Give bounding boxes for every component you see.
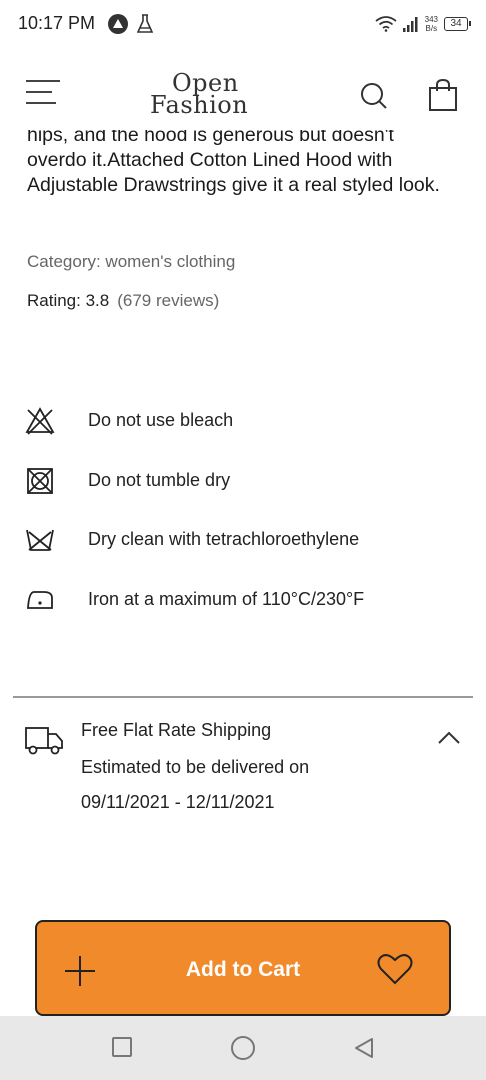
app-header: Open Fashion: [0, 60, 486, 135]
care-item: Iron at a maximum of 110°C/230°F: [0, 584, 486, 624]
app-icon: [108, 14, 128, 34]
battery-level: 34: [450, 18, 462, 29]
care-label: Do not tumble dry: [88, 470, 231, 490]
logo-line2: Fashion: [150, 91, 249, 119]
net-speed-value: 343: [424, 15, 438, 24]
iron-icon: [27, 591, 53, 609]
recents-icon[interactable]: [112, 1037, 132, 1057]
dry-clean-icon: [26, 529, 54, 551]
description-text: hips, and the hood is generous but doesn…: [27, 130, 440, 196]
net-speed-unit: B/s: [425, 24, 438, 33]
battery-icon: 34: [444, 17, 471, 31]
chevron-up-icon[interactable]: [436, 728, 462, 746]
heart-icon[interactable]: [377, 952, 413, 986]
care-label: Dry clean with tetrachloroethylene: [88, 529, 360, 549]
care-item: Dry clean with tetrachloroethylene: [0, 524, 486, 564]
product-rating: Rating: 3.8 (679 reviews): [27, 291, 219, 311]
net-speed: 343 B/s: [425, 15, 438, 33]
no-tumble-dry-icon: [27, 468, 53, 494]
section-divider: [13, 696, 473, 698]
home-icon[interactable]: [231, 1036, 255, 1060]
care-label: Do not use bleach: [88, 410, 234, 430]
shipping-dates: 09/11/2021 - 12/11/2021: [81, 792, 275, 812]
shipping-estimate: Estimated to be delivered on: [81, 757, 310, 777]
signal-icon: [402, 17, 418, 32]
flask-icon: [137, 14, 153, 33]
back-icon[interactable]: [352, 1036, 376, 1060]
logo[interactable]: Open Fashion: [150, 71, 270, 119]
status-time: 10:17 PM: [18, 13, 96, 33]
care-label: Iron at a maximum of 110°C/230°F: [88, 589, 365, 609]
status-right: 343 B/s 34: [375, 12, 471, 36]
system-nav-bar: [0, 1016, 486, 1080]
product-description: hips, and the hood is generous but doesn…: [27, 130, 447, 238]
review-count: (679 reviews): [117, 291, 220, 310]
truck-icon: [25, 727, 63, 755]
wifi-icon: [375, 16, 397, 32]
product-category: Category: women's clothing: [27, 252, 236, 271]
shipping-title: Free Flat Rate Shipping: [81, 720, 272, 740]
no-bleach-icon: [25, 407, 55, 435]
care-item: Do not tumble dry: [0, 465, 486, 505]
care-item: Do not use bleach: [0, 405, 486, 445]
search-icon[interactable]: [358, 80, 390, 112]
rating-value: Rating: 3.8: [27, 291, 110, 310]
add-to-cart-bar: Add to Cart: [35, 920, 451, 1016]
shopping-bag-icon[interactable]: [428, 78, 458, 112]
status-bar: 10:17 PM 343 B/s 34: [0, 0, 486, 50]
menu-icon[interactable]: [26, 80, 60, 108]
